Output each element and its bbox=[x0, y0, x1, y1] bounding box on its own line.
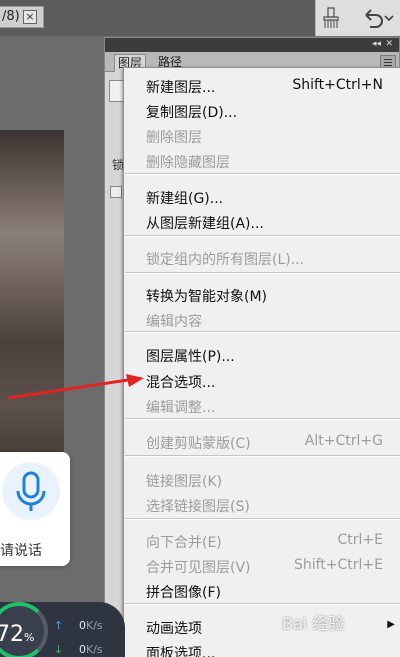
watermark: Bai 经验 bbox=[282, 614, 345, 633]
menu-item[interactable]: 锁定组内的所有图层(L)... bbox=[124, 246, 400, 270]
microphone-icon bbox=[16, 471, 46, 511]
menu-item-label: 新建图层... bbox=[146, 80, 216, 96]
menu-separator bbox=[125, 418, 400, 420]
brush-icon[interactable] bbox=[322, 7, 340, 29]
menu-item-label: 锁定组内的所有图层(L)... bbox=[146, 252, 305, 268]
menu-item[interactable]: 图层属性(P)... bbox=[124, 343, 400, 367]
menu-item-label: 动画选项 bbox=[146, 621, 202, 637]
menu-item-label: 面板选项... bbox=[146, 646, 216, 657]
menu-item[interactable]: 动画选项 ▶ bbox=[124, 615, 400, 639]
annotation-arrow bbox=[7, 374, 144, 400]
memory-usage-percent: 72% bbox=[0, 622, 35, 647]
voice-prompt-label: 请说话 bbox=[0, 543, 42, 559]
document-tab-label: /8) bbox=[2, 9, 20, 24]
menu-item[interactable]: 链接图层(K) bbox=[124, 468, 400, 492]
arrow-up-icon: ↑ bbox=[54, 619, 64, 632]
menu-item[interactable]: 编辑调整... bbox=[124, 394, 400, 418]
menu-item-shortcut: Alt+Ctrl+G bbox=[304, 433, 383, 449]
chevron-down-icon bbox=[384, 15, 394, 22]
menu-item-label: 从图层新建组(A)... bbox=[146, 216, 264, 232]
eye-icon[interactable] bbox=[110, 186, 122, 198]
menu-item-label: 删除隐藏图层 bbox=[146, 155, 230, 171]
menu-separator bbox=[125, 331, 400, 333]
menu-item-label: 向下合并(E) bbox=[146, 535, 222, 551]
menu-item[interactable]: 删除图层 bbox=[124, 124, 400, 148]
menu-item-label: 删除图层 bbox=[146, 130, 202, 146]
close-icon[interactable]: ✕ bbox=[385, 39, 393, 49]
collapse-icon[interactable]: ◂◂ bbox=[372, 39, 381, 49]
menu-item[interactable]: 向下合并(E) Ctrl+E bbox=[124, 529, 400, 553]
menu-item[interactable]: 从图层新建组(A)... bbox=[124, 210, 400, 234]
menu-separator bbox=[125, 235, 400, 237]
mic-button[interactable] bbox=[2, 462, 60, 520]
arrow-down-icon: ↓ bbox=[54, 643, 64, 656]
menu-item[interactable]: 合并可见图层(V) Shift+Ctrl+E bbox=[124, 554, 400, 578]
menu-item[interactable]: 编辑内容 bbox=[124, 308, 400, 332]
upload-speed: ↑ 0K/s bbox=[54, 619, 103, 632]
menu-item[interactable]: 拼合图像(F) bbox=[124, 579, 400, 603]
undo-icon[interactable] bbox=[360, 7, 394, 29]
menu-item-shortcut: Ctrl+E bbox=[337, 532, 384, 548]
menu-item-label: 编辑调整... bbox=[146, 400, 216, 416]
menu-item[interactable]: 新建组(G)... bbox=[124, 185, 400, 209]
menu-item-shortcut: Shift+Ctrl+E bbox=[293, 557, 383, 573]
menu-item-label: 链接图层(K) bbox=[146, 474, 223, 490]
menu-item[interactable]: 选择链接图层(S) bbox=[124, 493, 400, 517]
menu-item-label: 图层属性(P)... bbox=[146, 349, 235, 365]
network-speed-widget[interactable]: 72% ↑ 0K/s ↓ 0K/s bbox=[0, 602, 125, 657]
menu-item[interactable]: 复制图层(D)... bbox=[124, 99, 400, 123]
voice-input-widget[interactable]: 请说话 bbox=[0, 452, 70, 566]
menu-item-label: 创建剪贴蒙版(C) bbox=[146, 436, 251, 452]
menu-item-label: 复制图层(D)... bbox=[146, 105, 238, 121]
menu-item[interactable]: 创建剪贴蒙版(C) Alt+Ctrl+G bbox=[124, 430, 400, 454]
document-tab[interactable]: /8) × bbox=[0, 6, 44, 28]
menu-item-label: 合并可见图层(V) bbox=[146, 560, 251, 576]
menu-separator bbox=[125, 455, 400, 457]
document-image bbox=[0, 130, 64, 475]
submenu-arrow-icon: ▶ bbox=[387, 619, 395, 630]
document-tab-bar: /8) × bbox=[0, 0, 315, 36]
menu-item[interactable]: 混合选项... bbox=[124, 369, 400, 393]
menu-item-label: 转换为智能对象(M) bbox=[146, 289, 268, 305]
menu-separator bbox=[125, 272, 400, 274]
menu-item-label: 混合选项... bbox=[146, 375, 216, 391]
menu-item-label: 选择链接图层(S) bbox=[146, 499, 250, 515]
menu-item-label: 编辑内容 bbox=[146, 314, 202, 330]
menu-separator bbox=[125, 518, 400, 520]
menu-separator bbox=[125, 173, 400, 175]
menu-item[interactable]: 新建图层... Shift+Ctrl+N bbox=[124, 74, 400, 98]
menu-item[interactable]: 删除隐藏图层 bbox=[124, 149, 400, 173]
panel-titlebar: ◂◂ ✕ bbox=[105, 38, 399, 52]
menu-item-label: 新建组(G)... bbox=[146, 191, 224, 207]
menu-item[interactable]: 面板选项... bbox=[124, 640, 400, 657]
menu-separator bbox=[125, 603, 400, 605]
download-speed: ↓ 0K/s bbox=[54, 643, 103, 656]
menu-item[interactable]: 转换为智能对象(M) bbox=[124, 283, 400, 307]
close-icon[interactable]: × bbox=[23, 10, 37, 24]
layers-panel-menu: 新建图层... Shift+Ctrl+N 复制图层(D)... 删除图层 删除隐藏图层新… bbox=[123, 67, 400, 657]
menu-item-label: 拼合图像(F) bbox=[146, 585, 221, 601]
menu-item-shortcut: Shift+Ctrl+N bbox=[292, 77, 383, 93]
history-toolbar bbox=[315, 0, 400, 36]
